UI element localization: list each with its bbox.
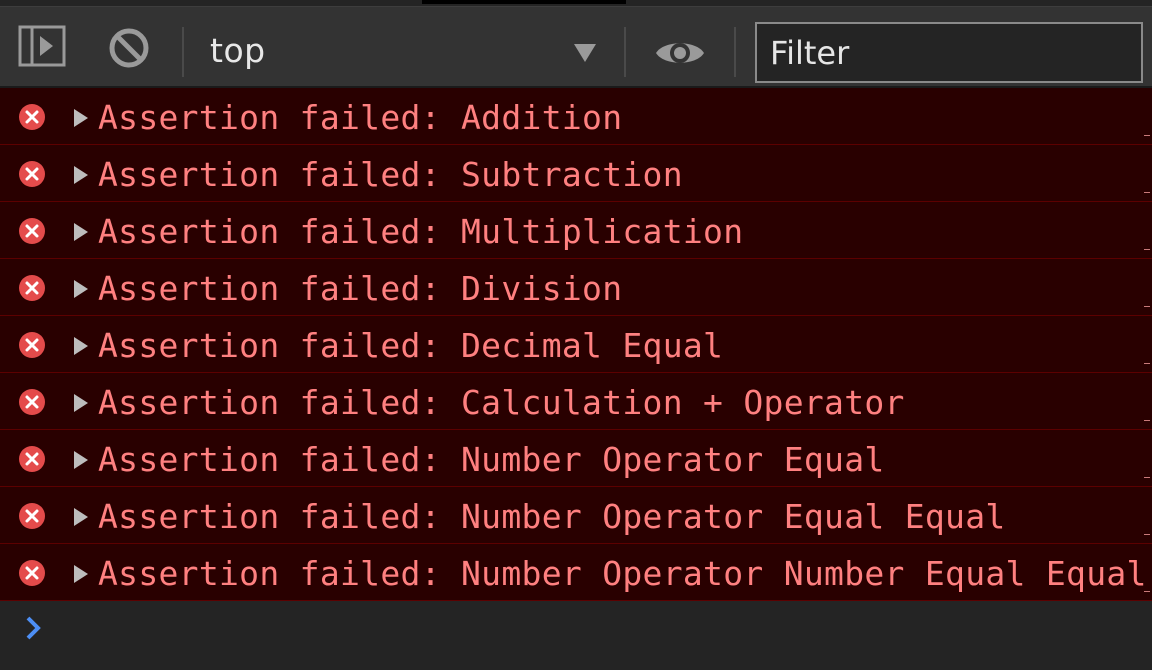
- triangle-right-icon[interactable]: [74, 508, 88, 526]
- row-edge-mark: [1144, 192, 1150, 193]
- active-tab-indicator: [422, 0, 626, 4]
- error-circle-icon: [19, 503, 45, 529]
- message-text: Assertion failed: Number Operator Equal …: [98, 497, 1006, 536]
- devtools-console: top Assertion failed: Addition: [0, 0, 1152, 670]
- sidebar-toggle-icon: [18, 25, 66, 67]
- message-text: Assertion failed: Multiplication: [98, 212, 744, 251]
- context-selector[interactable]: top: [210, 27, 610, 73]
- error-circle-icon: [19, 104, 45, 130]
- message-text: Assertion failed: Number Operator Equal: [98, 440, 885, 479]
- error-circle-icon: [19, 218, 45, 244]
- triangle-right-icon[interactable]: [74, 337, 88, 355]
- console-prompt[interactable]: [0, 601, 1152, 663]
- eye-icon: [656, 43, 704, 63]
- console-message-row[interactable]: Assertion failed: Calculation + Operator: [0, 373, 1152, 430]
- row-edge-mark: [1144, 477, 1150, 478]
- console-message-row[interactable]: Assertion failed: Subtraction: [0, 145, 1152, 202]
- triangle-down-icon: [574, 44, 596, 62]
- message-text: Assertion failed: Subtraction: [98, 155, 683, 194]
- row-edge-mark: [1144, 591, 1150, 592]
- chevron-right-icon: [26, 616, 41, 640]
- clear-console-icon: [109, 28, 149, 68]
- message-text: Assertion failed: Addition: [98, 98, 623, 137]
- filter-input[interactable]: [755, 22, 1143, 83]
- console-message-row[interactable]: Assertion failed: Addition: [0, 88, 1152, 145]
- message-text: Assertion failed: Decimal Equal: [98, 326, 724, 365]
- toolbar-divider: [624, 27, 626, 77]
- triangle-right-icon[interactable]: [74, 280, 88, 298]
- console-message-row[interactable]: Assertion failed: Number Operator Number…: [0, 544, 1152, 601]
- clear-console-button[interactable]: [106, 25, 152, 71]
- message-text: Assertion failed: Calculation + Operator: [98, 383, 905, 422]
- triangle-right-icon[interactable]: [74, 223, 88, 241]
- console-toolbar: top: [0, 6, 1152, 88]
- triangle-right-icon[interactable]: [74, 451, 88, 469]
- error-circle-icon: [19, 332, 45, 358]
- row-edge-mark: [1144, 363, 1150, 364]
- console-message-row[interactable]: Assertion failed: Multiplication: [0, 202, 1152, 259]
- toolbar-divider: [182, 27, 184, 77]
- message-text: Assertion failed: Number Operator Number…: [98, 554, 1147, 593]
- triangle-right-icon[interactable]: [74, 565, 88, 583]
- error-circle-icon: [19, 560, 45, 586]
- message-text: Assertion failed: Division: [98, 269, 623, 308]
- error-circle-icon: [19, 389, 45, 415]
- row-edge-mark: [1144, 249, 1150, 250]
- console-message-row[interactable]: Assertion failed: Decimal Equal: [0, 316, 1152, 373]
- triangle-right-icon[interactable]: [74, 109, 88, 127]
- console-messages: Assertion failed: Addition Assertion fai…: [0, 88, 1152, 601]
- error-circle-icon: [19, 446, 45, 472]
- toolbar-divider: [734, 27, 736, 77]
- console-message-row[interactable]: Assertion failed: Number Operator Equal: [0, 430, 1152, 487]
- triangle-right-icon[interactable]: [74, 394, 88, 412]
- console-message-row[interactable]: Assertion failed: Division: [0, 259, 1152, 316]
- row-edge-mark: [1144, 135, 1150, 136]
- console-message-row[interactable]: Assertion failed: Number Operator Equal …: [0, 487, 1152, 544]
- error-circle-icon: [19, 161, 45, 187]
- row-edge-mark: [1144, 534, 1150, 535]
- error-circle-icon: [19, 275, 45, 301]
- create-live-expression-button[interactable]: [654, 33, 706, 73]
- context-label: top: [210, 30, 266, 70]
- show-sidebar-button[interactable]: [18, 25, 66, 67]
- row-edge-mark: [1144, 306, 1150, 307]
- row-edge-mark: [1144, 420, 1150, 421]
- triangle-right-icon[interactable]: [74, 166, 88, 184]
